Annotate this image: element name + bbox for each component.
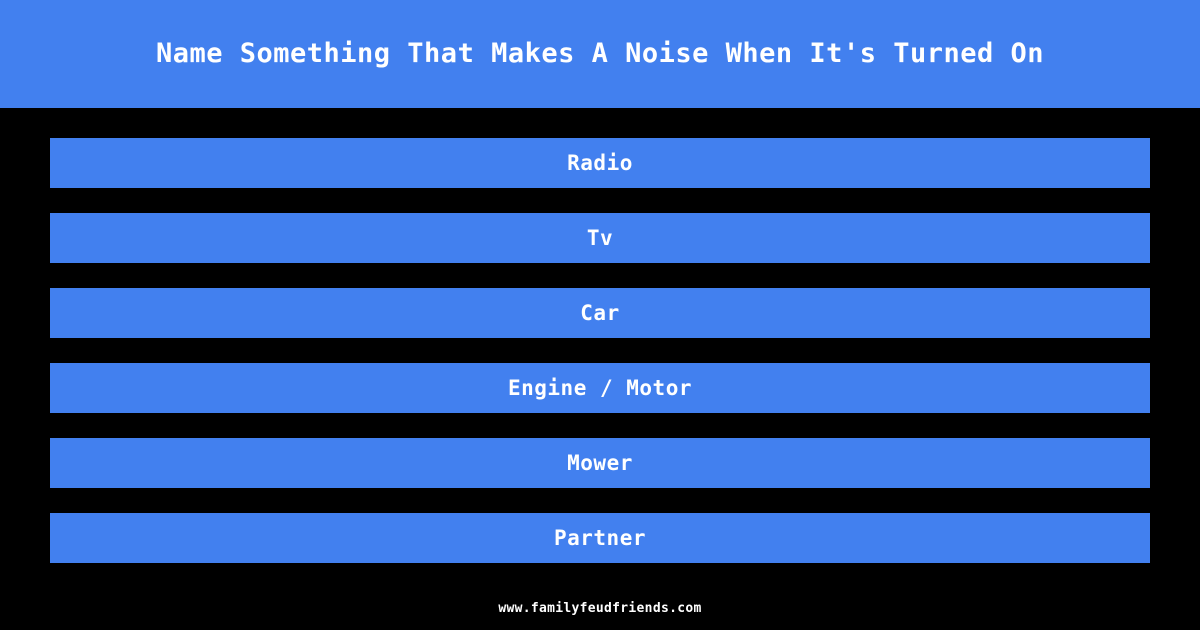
- page-title: Name Something That Makes A Noise When I…: [155, 37, 1045, 69]
- answer-label: Radio: [567, 150, 633, 175]
- answer-label: Car: [580, 300, 620, 325]
- answer-label: Tv: [586, 225, 614, 250]
- answer-label: Engine / Motor: [507, 375, 692, 400]
- answer-row[interactable]: Radio: [50, 137, 1150, 188]
- answer-board: Name Something That Makes A Noise When I…: [0, 0, 1200, 630]
- question-header: Name Something That Makes A Noise When I…: [0, 0, 1200, 108]
- answer-row[interactable]: Engine / Motor: [50, 362, 1150, 413]
- footer: www.familyfeudfriends.com: [0, 587, 1200, 630]
- answer-label: Mower: [567, 450, 633, 475]
- site-url: www.familyfeudfriends.com: [498, 601, 702, 617]
- answer-list: Radio Tv Car Engine / Motor Mower Partne…: [0, 108, 1200, 588]
- answer-label: Partner: [553, 525, 646, 550]
- answer-row[interactable]: Tv: [50, 212, 1150, 263]
- answer-row[interactable]: Partner: [50, 512, 1150, 563]
- answer-row[interactable]: Mower: [50, 437, 1150, 488]
- answer-row[interactable]: Car: [50, 287, 1150, 338]
